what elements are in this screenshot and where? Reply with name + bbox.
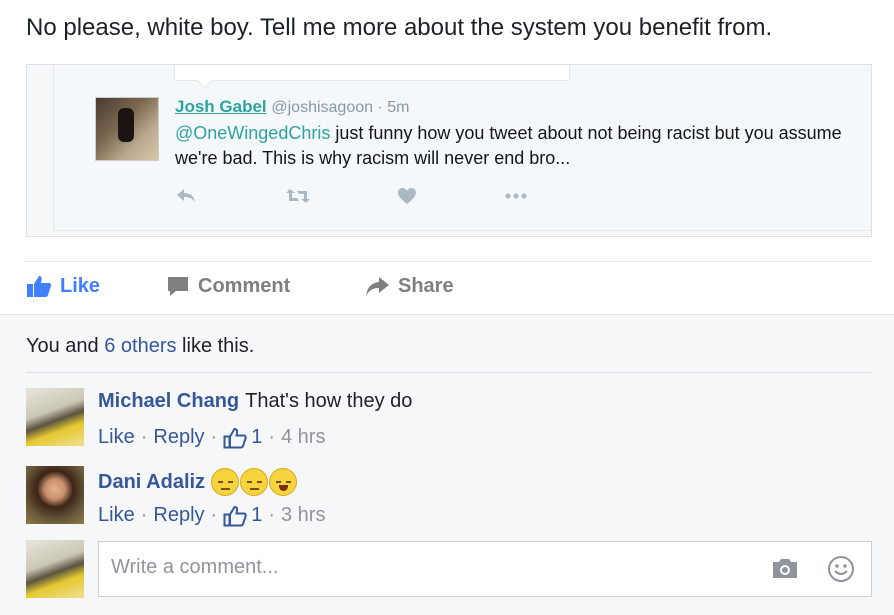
emoji-icon[interactable]	[827, 555, 855, 588]
tweet-card: Josh Gabel @joshisagoon · 5m @OneWingedC…	[53, 65, 871, 231]
tweet-body: @OneWingedChris just funny how you tweet…	[175, 121, 855, 171]
tweet-mention[interactable]: @OneWingedChris	[175, 123, 330, 143]
separator: ·	[210, 504, 218, 526]
comment-reply-link[interactable]: Reply	[153, 504, 204, 527]
separator: ·	[140, 504, 148, 526]
likes-summary: You and 6 others like this.	[26, 335, 254, 358]
separator: ·	[268, 504, 275, 526]
likes-others-link[interactable]: 6 others	[104, 335, 176, 357]
tears-of-joy-emoji	[269, 468, 298, 496]
comment-like-link[interactable]: Like	[98, 504, 135, 527]
comment-reply-link[interactable]: Reply	[153, 426, 204, 449]
share-icon	[366, 277, 389, 296]
comment-input[interactable]	[109, 555, 713, 580]
share-button[interactable]: Share	[364, 274, 454, 298]
comment-like-count[interactable]: 1	[251, 504, 262, 527]
comment-text: That's how they do	[245, 390, 413, 412]
tooltip-box	[174, 65, 570, 89]
comment-like-count[interactable]: 1	[251, 426, 262, 449]
likes-prefix: You and	[26, 335, 105, 357]
comment-icon	[168, 277, 188, 296]
separator: ·	[268, 426, 275, 448]
like-button[interactable]: Like	[26, 274, 100, 298]
post-actions: Like Comment Share	[26, 270, 872, 310]
divider	[26, 261, 872, 262]
retweet-icon[interactable]	[285, 187, 311, 211]
comment-author[interactable]: Dani Adaliz	[98, 471, 205, 494]
reply-icon[interactable]	[175, 187, 197, 211]
more-icon[interactable]	[503, 187, 529, 211]
like-label: Like	[60, 274, 101, 297]
tweet-avatar[interactable]	[95, 97, 159, 161]
thumbs-up-outline-icon[interactable]	[223, 427, 247, 449]
heart-icon[interactable]	[397, 187, 417, 211]
pensive-face-emoji	[211, 468, 240, 496]
separator: ·	[210, 426, 218, 448]
avatar[interactable]	[26, 466, 84, 524]
comment-like-link[interactable]: Like	[98, 426, 135, 449]
comment-item: Dani Adaliz Like · Reply · 1 · 3 hrs	[26, 466, 872, 530]
tweet-handle: @joshisagoon · 5m	[271, 99, 410, 116]
thumbs-up-outline-icon[interactable]	[223, 505, 247, 527]
comment-box[interactable]	[98, 541, 872, 597]
post-text: No please, white boy. Tell me more about…	[26, 14, 773, 41]
share-label: Share	[398, 274, 454, 297]
camera-icon[interactable]	[771, 556, 799, 585]
comment-timestamp[interactable]: 3 hrs	[281, 504, 325, 527]
tweet-author-name[interactable]: Josh Gabel	[175, 97, 267, 116]
divider	[26, 372, 872, 373]
avatar[interactable]	[26, 388, 84, 446]
pensive-face-emoji	[240, 468, 269, 496]
avatar[interactable]	[26, 540, 84, 598]
likes-suffix: like this.	[176, 335, 255, 357]
thumbs-up-icon	[27, 276, 52, 297]
separator: ·	[140, 426, 148, 448]
embedded-tweet[interactable]: Josh Gabel @joshisagoon · 5m @OneWingedC…	[26, 64, 872, 237]
comment-button[interactable]: Comment	[166, 274, 290, 298]
comment-timestamp[interactable]: 4 hrs	[281, 426, 325, 449]
comment-author[interactable]: Michael Chang	[98, 390, 239, 413]
comment-item: Michael Chang That's how they do Like · …	[26, 388, 872, 452]
comment-label: Comment	[198, 274, 291, 297]
tweet-header: Josh Gabel @joshisagoon · 5m	[175, 97, 409, 117]
